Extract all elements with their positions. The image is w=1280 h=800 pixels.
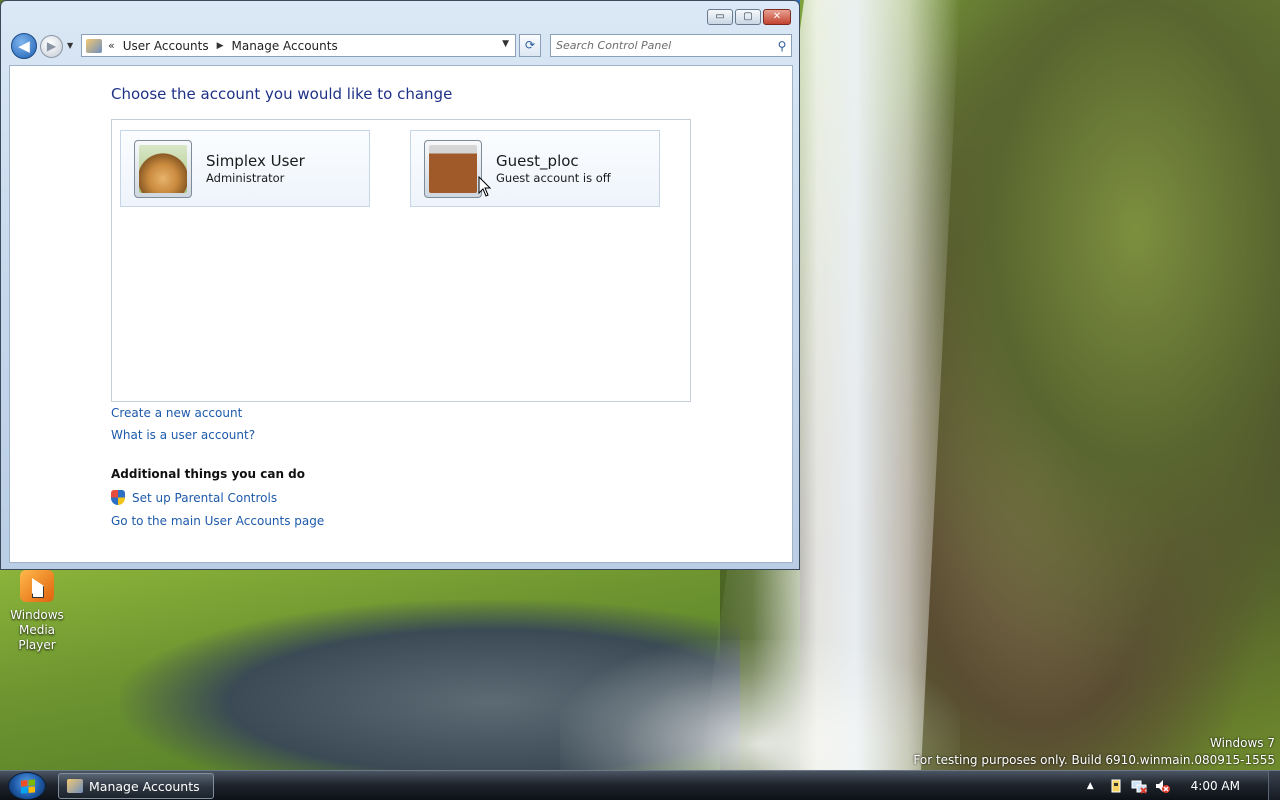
desktop-icon-label-line1: Windows [10, 608, 64, 622]
taskbar: Manage Accounts ▲ 4:00 AM [0, 770, 1280, 800]
breadcrumb-user-accounts[interactable]: User Accounts [123, 39, 209, 53]
search-input[interactable] [551, 35, 773, 56]
account-picture-suitcase [424, 139, 482, 198]
window-controls: ▭ ▢ ✕ [707, 9, 791, 25]
wallpaper-mist [560, 640, 960, 770]
volume-muted-icon[interactable] [1154, 778, 1170, 794]
address-dropdown-icon[interactable]: ▼ [502, 39, 509, 49]
account-info: Simplex User Administrator [206, 151, 305, 186]
taskbar-button-manage-accounts[interactable]: Manage Accounts [58, 773, 214, 799]
account-type: Administrator [206, 171, 285, 185]
what-is-user-account-link[interactable]: What is a user account? [111, 428, 255, 442]
accounts-list: Simplex User Administrator Guest_ploc Gu… [111, 119, 691, 402]
shield-icon [111, 490, 125, 505]
account-name: Simplex User [206, 152, 305, 170]
windows-logo-icon [21, 779, 35, 794]
address-bar[interactable]: « User Accounts ▶ Manage Accounts ▼ [81, 34, 516, 57]
create-account-link[interactable]: Create a new account [111, 406, 242, 420]
account-type: Guest account is off [496, 171, 611, 185]
breadcrumb-manage-accounts[interactable]: Manage Accounts [232, 39, 338, 53]
breadcrumb-overflow[interactable]: « [108, 39, 115, 52]
account-info: Guest_ploc Guest account is off [496, 151, 611, 186]
dog-picture-icon [139, 144, 187, 193]
shortcut-arrow-icon [32, 586, 44, 598]
show-hidden-icons-button[interactable]: ▲ [1087, 781, 1094, 791]
forward-button[interactable]: ▶ [40, 35, 63, 58]
recent-pages-dropdown[interactable]: ▼ [67, 41, 73, 50]
desktop-icon-label-line2: Media Player [18, 623, 56, 652]
refresh-button[interactable]: ⟳ [519, 34, 541, 57]
account-tile-guest[interactable]: Guest_ploc Guest account is off [410, 130, 660, 207]
clock[interactable]: 4:00 AM [1191, 779, 1240, 793]
start-button[interactable] [8, 772, 46, 800]
back-button[interactable]: ◀ [11, 33, 37, 59]
build-watermark: Windows 7 For testing purposes only. Bui… [913, 735, 1275, 769]
search-box: ⚲ [550, 34, 792, 57]
parental-controls-label: Set up Parental Controls [132, 490, 278, 505]
watermark-build: For testing purposes only. Build 6910.wi… [913, 753, 1275, 767]
close-button[interactable]: ✕ [763, 9, 791, 25]
windows-media-player-icon [20, 570, 54, 602]
network-icon[interactable] [1131, 778, 1147, 794]
mouse-cursor-icon [478, 176, 492, 197]
suitcase-picture-icon [429, 144, 477, 193]
navigation-bar: ◀ ▶ ▼ « User Accounts ▶ Manage Accounts … [9, 31, 793, 61]
user-accounts-icon [67, 779, 83, 793]
minimize-button[interactable]: ▭ [707, 9, 733, 25]
parental-controls-link[interactable]: Set up Parental Controls [111, 490, 277, 505]
show-desktop-button[interactable] [1268, 771, 1280, 800]
account-picture-dog [134, 139, 192, 198]
desktop-icon-windows-media-player[interactable]: Windows Media Player [0, 570, 74, 653]
watermark-os: Windows 7 [1209, 736, 1275, 750]
search-icon[interactable]: ⚲ [773, 39, 791, 53]
maximize-button[interactable]: ▢ [735, 9, 761, 25]
additional-things-heading: Additional things you can do [111, 467, 306, 481]
main-user-accounts-link[interactable]: Go to the main User Accounts page [111, 514, 324, 528]
action-center-flag-icon[interactable] [1108, 778, 1124, 794]
user-accounts-icon [86, 38, 102, 53]
system-tray: ▲ 4:00 AM [1087, 771, 1280, 800]
manage-accounts-window: ▭ ▢ ✕ ◀ ▶ ▼ « User Accounts ▶ Manage Acc… [0, 0, 800, 570]
page-title: Choose the account you would like to cha… [111, 85, 453, 103]
account-tile-simplex-user[interactable]: Simplex User Administrator [120, 130, 370, 207]
account-name: Guest_ploc [496, 152, 579, 170]
taskbar-button-label: Manage Accounts [89, 778, 200, 794]
content-pane: Choose the account you would like to cha… [9, 65, 793, 563]
breadcrumb-separator-icon[interactable]: ▶ [217, 41, 224, 51]
